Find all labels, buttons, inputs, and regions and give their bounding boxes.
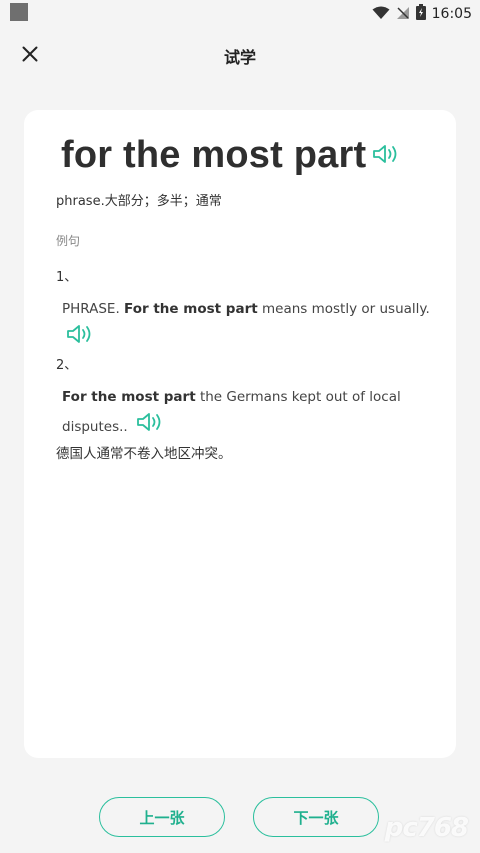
next-card-button[interactable]: 下一张 xyxy=(253,797,379,837)
wifi-icon xyxy=(372,5,390,24)
example-rest: means mostly or usually. xyxy=(257,301,430,317)
headword-speaker-button[interactable] xyxy=(372,143,400,169)
previous-card-button[interactable]: 上一张 xyxy=(99,797,225,837)
page-title: 试学 xyxy=(223,48,256,67)
example-sentence: For the most part the Germans kept out o… xyxy=(56,383,436,443)
example-item: 1、 PHRASE. For the most part means mostl… xyxy=(56,266,436,355)
speaker-icon xyxy=(136,411,164,443)
definition: phrase.大部分；多半；通常 xyxy=(56,194,222,209)
example-phrase: For the most part xyxy=(124,301,258,317)
example-speaker-button[interactable] xyxy=(136,411,164,443)
example-item: 2、 For the most part the Germans kept ou… xyxy=(56,354,436,465)
example-speaker-button[interactable] xyxy=(66,323,94,355)
battery-icon xyxy=(415,4,426,24)
example-translation: 德国人通常不卷入地区冲突。 xyxy=(56,446,232,462)
no-signal-icon xyxy=(396,5,410,24)
app-notification-icon xyxy=(10,3,28,21)
example-prefix: PHRASE. xyxy=(62,301,125,317)
headword-row: for the most part xyxy=(61,134,400,177)
word-card: for the most part phrase.大部分；多半；通常 例句 1、… xyxy=(24,110,456,758)
example-phrase: For the most part xyxy=(62,389,196,405)
status-time: 16:05 xyxy=(431,6,472,22)
headword: for the most part xyxy=(61,134,367,176)
speaker-icon xyxy=(66,323,94,355)
watermark: pc768 xyxy=(384,813,469,843)
speaker-icon xyxy=(372,143,400,169)
example-number: 2、 xyxy=(56,358,78,373)
examples-label: 例句 xyxy=(56,234,81,248)
example-number: 1、 xyxy=(56,270,78,285)
top-bar: 试学 xyxy=(0,36,480,76)
status-bar: 16:05 xyxy=(0,0,480,28)
example-sentence: PHRASE. For the most part means mostly o… xyxy=(56,295,436,355)
